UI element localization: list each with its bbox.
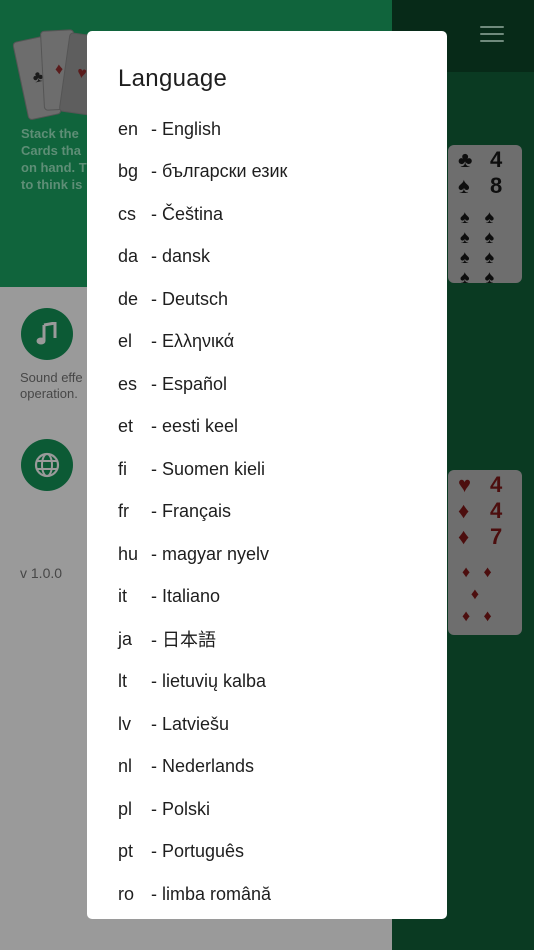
language-option-fi[interactable]: fi - Suomen kieli — [87, 448, 447, 491]
language-name: - български език — [151, 161, 288, 182]
language-option-ro[interactable]: ro - limba română — [87, 873, 447, 916]
language-name: - Polski — [151, 798, 211, 819]
language-name: - Français — [151, 501, 232, 522]
card-pips: ♦ ♦ ♦ ♦ ♦ — [462, 564, 492, 625]
card-rank: 7 — [490, 524, 503, 549]
language-option-bg[interactable]: bg - български език — [87, 151, 447, 194]
language-dialog: Language en - English bg - български език cs… — [87, 31, 447, 919]
version-label: v 1.0.0 — [20, 565, 63, 581]
card-rank: 4 — [490, 498, 503, 523]
language-option-en[interactable]: en - English — [87, 108, 447, 151]
language-code: ro — [118, 883, 135, 904]
language-option-da[interactable]: da - dansk — [87, 236, 447, 279]
language-option-it[interactable]: it - Italiano — [87, 576, 447, 619]
language-name: - Português — [151, 841, 245, 862]
language-code: cs — [118, 203, 136, 224]
language-code: it — [118, 586, 127, 607]
language-name: - Čeština — [151, 203, 224, 224]
card-pips: ♠ ♠ ♠ ♠ ♠ ♠ ♠ ♠ — [460, 207, 495, 287]
card-suit: ♦ — [458, 498, 470, 523]
language-option-et[interactable]: et - eesti keel — [87, 406, 447, 449]
language-code: et — [118, 416, 134, 437]
playing-card: ♥ 4 ♦ 4 ♦ 7 ♦ ♦ ♦ ♦ ♦ — [448, 470, 522, 635]
language-code: lt — [118, 671, 127, 692]
card-suit: ♠ — [458, 173, 470, 198]
language-name: - Ελληνικά — [151, 331, 235, 352]
language-option-pl[interactable]: pl - Polski — [87, 788, 447, 831]
language-option-cs[interactable]: cs - Čeština — [87, 193, 447, 236]
language-code: pt — [118, 841, 134, 862]
music-note-icon — [36, 322, 57, 345]
language-code: fi — [118, 458, 127, 479]
card-rank: 8 — [490, 173, 503, 198]
language-name: - lietuvių kalba — [151, 671, 267, 692]
language-name: - Nederlands — [151, 756, 255, 777]
language-code: hu — [118, 543, 139, 564]
language-name: - Español — [151, 373, 228, 394]
language-name: - dansk — [151, 246, 211, 267]
game-description: Stack the Cards tha on hand. T to think … — [21, 126, 87, 192]
language-name: - eesti keel — [151, 416, 239, 437]
language-option-nl[interactable]: nl - Nederlands — [87, 746, 447, 789]
playing-card: ♣ 4 ♠ 8 ♠ ♠ ♠ ♠ ♠ ♠ ♠ ♠ — [448, 145, 522, 287]
language-code: en — [118, 118, 139, 139]
language-list: en - English bg - български език cs - Čeština… — [87, 108, 447, 916]
language-option-ja[interactable]: ja - 日本語 — [87, 618, 447, 661]
language-option-es[interactable]: es - Español — [87, 363, 447, 406]
language-code: el — [118, 331, 133, 352]
language-option-de[interactable]: de - Deutsch — [87, 278, 447, 321]
language-code: nl — [118, 756, 133, 777]
language-code: es — [118, 373, 138, 394]
sound-description: Sound effe operation. — [20, 370, 83, 401]
language-code: da — [118, 246, 139, 267]
language-code: bg — [118, 161, 139, 182]
language-name: - 日本語 — [151, 630, 216, 651]
card-suit: ♦ — [458, 524, 470, 549]
language-name: - Deutsch — [151, 288, 229, 309]
cards-illustration: ♣ ♦ ♥ — [12, 28, 104, 121]
dialog-title: Language — [118, 65, 228, 92]
language-code: lv — [118, 713, 131, 734]
card-rank: 4 — [490, 472, 503, 497]
language-button[interactable] — [21, 439, 73, 491]
language-option-lv[interactable]: lv - Latviešu — [87, 703, 447, 746]
language-name: - magyar nyelv — [151, 543, 270, 564]
sound-toggle-button[interactable] — [21, 308, 73, 360]
language-code: pl — [118, 798, 133, 819]
card-suit: ♥ — [458, 472, 472, 497]
language-name: - limba română — [151, 883, 272, 904]
language-option-pt[interactable]: pt - Português — [87, 831, 447, 874]
language-option-fr[interactable]: fr - Français — [87, 491, 447, 534]
card-suit: ♣ — [458, 147, 473, 172]
language-name: - Suomen kieli — [151, 458, 266, 479]
hamburger-menu-icon[interactable] — [480, 26, 504, 44]
language-code: ja — [118, 628, 133, 649]
language-name: - Italiano — [151, 586, 221, 607]
language-option-el[interactable]: el - Ελληνικά — [87, 321, 447, 364]
card-rank: 4 — [490, 147, 503, 172]
language-code: fr — [118, 501, 129, 522]
language-name: - Latviešu — [151, 713, 230, 734]
globe-icon — [34, 452, 60, 478]
language-code: de — [118, 288, 139, 309]
language-name: - English — [151, 118, 222, 139]
language-option-hu[interactable]: hu - magyar nyelv — [87, 533, 447, 576]
language-option-lt[interactable]: lt - lietuvių kalba — [87, 661, 447, 704]
